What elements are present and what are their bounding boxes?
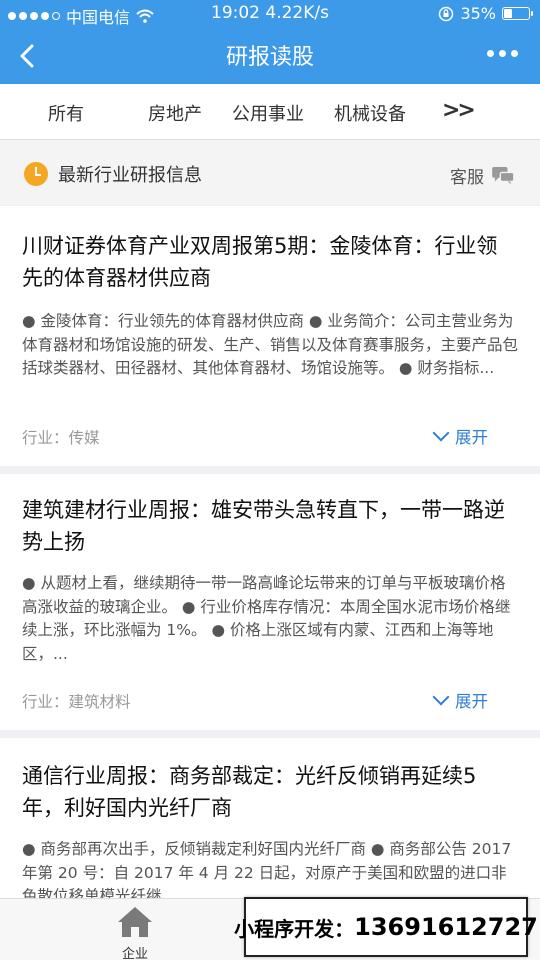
customer-service-button[interactable]: 客服 (450, 163, 514, 188)
tab-real-estate[interactable]: 房地产 (148, 100, 202, 126)
report-summary: ● 商务部再次出手，反倾销裁定利好国内光纤厂商 ● 商务部公告 2017 年第 … (22, 840, 512, 898)
report-title[interactable]: 建筑建材行业周报：雄安带头急转直下，一带一路逆势上扬 (22, 494, 518, 558)
expand-label: 展开 (455, 692, 488, 711)
battery-icon (502, 7, 533, 20)
rotation-lock-icon (439, 6, 454, 21)
report-title[interactable]: 通信行业周报：商务部裁定：光纤反倾销再延续5年，利好国内光纤厂商 (22, 760, 518, 824)
report-industry: 行业：建筑材料 (22, 693, 131, 711)
report-summary: ● 金陵体育：行业领先的体育器材供应商 ● 业务简介：公司主营业务为体育器材和场… (22, 312, 519, 377)
report-card[interactable]: 川财证券体育产业双周报第5期：金陵体育：行业领先的体育器材供应商 ● 金陵体育：… (0, 206, 540, 466)
ellipsis-icon (487, 50, 494, 57)
tabbar-item-label: 企业 (121, 947, 148, 960)
chevron-down-icon (432, 688, 450, 706)
expand-label: 展开 (455, 428, 488, 447)
section-title: 最新行业研报信息 (58, 165, 202, 186)
section-header: 最新行业研报信息 客服 (0, 141, 540, 205)
ad-banner: 小程序开发： 13691612727 (234, 897, 538, 957)
tab-utilities[interactable]: 公用事业 (232, 100, 304, 126)
chat-icon (492, 166, 514, 184)
report-card[interactable]: 建筑建材行业周报：雄安带头急转直下，一带一路逆势上扬 ● 从题材上看，继续期待一… (0, 474, 540, 730)
chevron-down-icon (432, 424, 450, 442)
battery-status: 35% (438, 4, 533, 23)
tabs-more-button[interactable]: >> (442, 98, 476, 123)
house-icon (118, 907, 152, 937)
status-bar: 中国电信 19:02 4.22K/s 35% (0, 0, 540, 28)
report-title[interactable]: 川财证券体育产业双周报第5期：金陵体育：行业领先的体育器材供应商 (22, 230, 518, 294)
nav-bar: 研报读股 (0, 28, 540, 84)
tab-all[interactable]: 所有 (48, 100, 84, 126)
clock-icon (24, 162, 48, 186)
app-header: 中国电信 19:02 4.22K/s 35% 研报读股 (0, 0, 540, 84)
ad-phone: 13691612727 (354, 913, 538, 941)
expand-button[interactable]: 展开 (432, 424, 488, 448)
report-industry: 行业：传媒 (22, 429, 100, 447)
report-summary: ● 从题材上看，继续期待一带一路高峰论坛带来的订单与平板玻璃价格高涨收益的玻璃企… (22, 574, 511, 663)
service-label: 客服 (450, 168, 484, 188)
battery-percent: 35% (460, 4, 496, 23)
category-tabs: 所有 房地产 公用事业 机械设备 >> (0, 84, 540, 140)
more-button[interactable] (487, 50, 518, 57)
expand-button[interactable]: 展开 (432, 688, 488, 712)
ad-label: 小程序开发： (234, 916, 355, 941)
tab-machinery[interactable]: 机械设备 (334, 100, 406, 126)
page-title: 研报读股 (225, 45, 314, 70)
report-card[interactable]: 通信行业周报：商务部裁定：光纤反倾销再延续5年，利好国内光纤厂商 ● 商务部再次… (0, 738, 540, 898)
tabbar-item-company[interactable]: 企业 (85, 905, 185, 960)
